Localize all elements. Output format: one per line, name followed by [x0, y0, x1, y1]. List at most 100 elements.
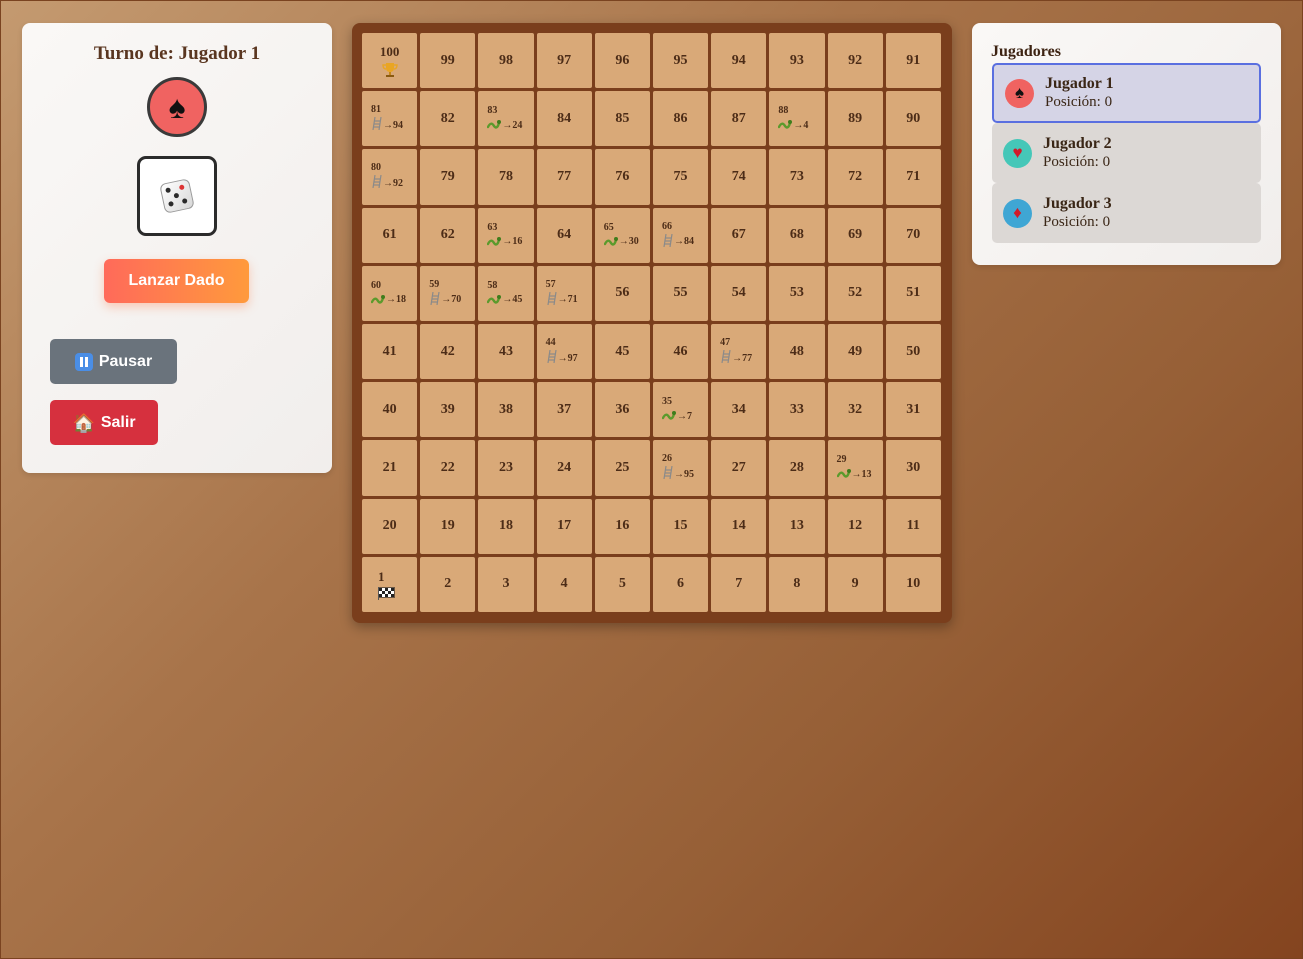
- board-cell: 17: [536, 498, 592, 554]
- cell-number: 4: [560, 576, 568, 592]
- ladder-jump: →92: [371, 175, 403, 191]
- cell-number: 13: [789, 518, 804, 534]
- cell-number: 1: [378, 568, 385, 584]
- cell-number: 33: [789, 401, 804, 417]
- cell-number: 36: [615, 401, 630, 417]
- snake-icon: [778, 118, 793, 132]
- players-panel: Jugadores ♠ Jugador 1 Posición: 0 ♥ Jugador …: [972, 23, 1281, 265]
- board-cell: 19: [420, 498, 476, 554]
- cell-number: 53: [789, 285, 804, 301]
- cell-number: 67: [731, 227, 746, 243]
- pause-button[interactable]: Pausar: [50, 339, 177, 384]
- board-cell: 14: [711, 498, 767, 554]
- cell-number: 10: [906, 576, 921, 592]
- board-cell: 75: [652, 149, 709, 205]
- board-cell: 25: [594, 440, 650, 496]
- board-cell: 58 →45: [478, 265, 534, 321]
- dice-display[interactable]: [137, 156, 217, 236]
- board-cell: 54: [711, 265, 767, 321]
- cell-number: 63: [487, 221, 498, 233]
- board-cell: 38: [478, 382, 534, 438]
- board-cell: 60 →18: [362, 265, 418, 321]
- spade-icon: ♠: [147, 77, 207, 137]
- cell-number: 82: [440, 110, 455, 126]
- board-cell: 36: [594, 382, 650, 438]
- snake-jump: →16: [487, 235, 522, 249]
- dice-icon: [159, 178, 195, 214]
- cell-number: 75: [673, 168, 688, 184]
- player-position: Posición: 0: [1045, 94, 1113, 110]
- cell-number: 80: [371, 162, 381, 174]
- board-cell: 97: [536, 33, 592, 89]
- turn-panel: Turno de: Jugador 1 ♠ Lanzar Dado Pausar…: [22, 23, 332, 473]
- cell-number: 26: [661, 453, 672, 465]
- board-cell: 64: [536, 207, 592, 263]
- jump-target: →16: [502, 236, 523, 248]
- exit-button[interactable]: 🏠 Salir: [50, 400, 158, 445]
- cell-number: 9: [851, 576, 859, 592]
- jump-target: →95: [673, 468, 694, 480]
- cell-number: 48: [789, 343, 804, 359]
- board-cell: 83 →24: [478, 91, 534, 147]
- board-cell: 40: [362, 382, 418, 438]
- board-cell: 2: [420, 556, 476, 612]
- snake-icon: [836, 467, 852, 481]
- cell-number: 17: [557, 518, 572, 534]
- game-board: 100 99 98 97 96 95 94 93 92 91 81 →94 82 83 →24 84 85 86 8…: [352, 23, 952, 623]
- board-cell: 34: [711, 382, 767, 438]
- cell-number: 58: [487, 279, 498, 291]
- snake-icon: [661, 409, 677, 423]
- board-cell: 71: [885, 149, 941, 205]
- board-cell: 72: [827, 149, 883, 205]
- snake-icon: [487, 118, 502, 132]
- cell-number: 44: [545, 337, 556, 349]
- snake-jump: →13: [836, 467, 872, 481]
- board-cell: 73: [769, 149, 825, 205]
- player-name: Jugador 3: [1043, 195, 1112, 212]
- ladder-jump: →70: [429, 291, 461, 308]
- cell-number: 93: [789, 52, 804, 68]
- board-cell: 59 →70: [420, 265, 476, 321]
- ladder-icon: [371, 175, 383, 191]
- cell-number: 19: [440, 518, 455, 534]
- cell-number: 22: [440, 459, 455, 475]
- cell-number: 96: [615, 52, 630, 68]
- board-cell: 76: [594, 149, 650, 205]
- cell-number: 2: [444, 576, 452, 592]
- jump-target: →92: [383, 177, 403, 189]
- snake-jump: →18: [371, 293, 406, 307]
- ladder-jump: →71: [546, 291, 578, 308]
- board-cell: 8: [769, 556, 825, 612]
- jump-target: →45: [502, 294, 523, 306]
- board-cell: 30: [885, 440, 941, 496]
- board-cell: 68: [769, 207, 825, 263]
- pause-label: Pausar: [98, 352, 153, 370]
- board-cell: 78: [478, 149, 534, 205]
- board-cell: 61: [362, 207, 418, 263]
- roll-dice-button[interactable]: Lanzar Dado: [104, 259, 249, 303]
- board-cell: 90: [885, 91, 941, 147]
- cell-number: 23: [498, 459, 513, 475]
- cell-number: 66: [661, 220, 672, 232]
- board-cell: 55: [652, 265, 709, 321]
- board-cell: 15: [652, 498, 709, 554]
- cell-number: 59: [429, 278, 440, 290]
- cell-number: 90: [906, 110, 921, 126]
- checkered-flag-icon: [378, 586, 396, 600]
- player-name: Jugador 1: [1045, 75, 1114, 92]
- cell-number: 14: [731, 518, 746, 534]
- cell-number: 98: [498, 52, 513, 68]
- board-cell: 29 →13: [827, 440, 883, 496]
- diamond-icon: ♦: [1003, 198, 1032, 228]
- cell-number: 45: [615, 343, 630, 359]
- cell-number: 74: [731, 168, 746, 184]
- ladder-icon: [429, 291, 441, 308]
- board-cell: 70: [885, 207, 941, 263]
- cell-number: 27: [731, 459, 746, 475]
- jump-target: →97: [557, 352, 578, 364]
- board-cell: 53: [769, 265, 825, 321]
- board-cell: 49: [827, 323, 883, 380]
- cell-number: 39: [440, 401, 455, 417]
- cell-number: 5: [618, 576, 626, 592]
- cell-number: 24: [557, 459, 572, 475]
